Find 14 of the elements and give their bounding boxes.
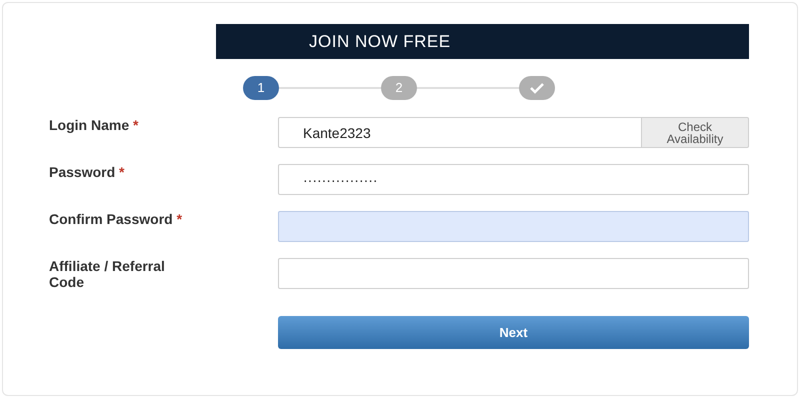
field-label: Password * bbox=[49, 164, 124, 180]
field-label: Affiliate / Referral Code bbox=[49, 258, 166, 290]
field-label: Login Name * bbox=[49, 117, 138, 133]
input-field[interactable] bbox=[278, 211, 749, 242]
step-indicator: 1 bbox=[243, 76, 279, 100]
input-field[interactable]: ················ bbox=[278, 164, 749, 195]
input-field[interactable] bbox=[278, 258, 749, 289]
check-availability-button[interactable]: Check Availability bbox=[642, 117, 749, 148]
next-button[interactable]: Next bbox=[278, 316, 749, 349]
header-title: JOIN NOW FREE bbox=[309, 30, 451, 53]
step-indicator: 2 bbox=[381, 76, 417, 100]
field-label: Confirm Password * bbox=[49, 211, 182, 227]
checkmark-icon bbox=[529, 82, 545, 94]
input-field[interactable]: Kante2323 bbox=[278, 117, 642, 148]
